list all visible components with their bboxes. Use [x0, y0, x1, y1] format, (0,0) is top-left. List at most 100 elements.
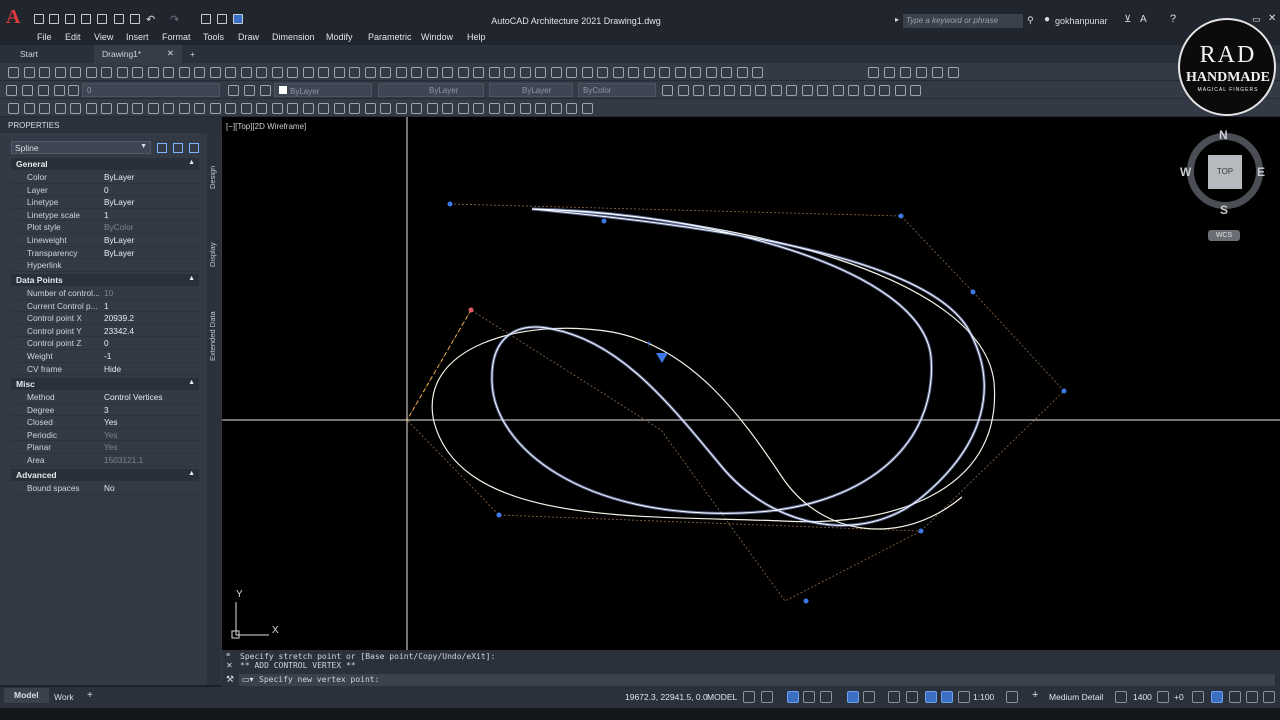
annotation-scale-value[interactable]: 1:100: [973, 692, 994, 702]
property-row[interactable]: Hyperlink: [11, 259, 199, 272]
property-row[interactable]: Linetype scale 1: [11, 209, 199, 222]
menu-format[interactable]: Format: [162, 32, 191, 42]
property-value[interactable]: Yes: [104, 417, 118, 427]
toolbar-tool-icon[interactable]: [225, 103, 236, 114]
toolbar-tool-icon[interactable]: [721, 67, 732, 78]
property-value[interactable]: ByLayer: [104, 172, 134, 182]
toolbar-tool-icon[interactable]: [365, 67, 376, 78]
menu-draw[interactable]: Draw: [238, 32, 259, 42]
property-row[interactable]: Layer 0: [11, 184, 199, 197]
toolbar-tool-icon[interactable]: [442, 103, 453, 114]
compass-west[interactable]: W: [1180, 165, 1191, 179]
toolbar-tool-icon[interactable]: [303, 67, 314, 78]
section-misc[interactable]: Misc ▲: [11, 378, 199, 390]
toolbar-tool-icon[interactable]: [709, 85, 720, 96]
toolbar-tool-icon[interactable]: [932, 67, 943, 78]
section-advanced[interactable]: Advanced ▲: [11, 469, 199, 481]
wcs-menu[interactable]: WCS: [1208, 230, 1240, 241]
collapse-icon[interactable]: ▲: [188, 159, 195, 166]
isolate-icon[interactable]: [1192, 691, 1204, 703]
toolbar-tool-icon[interactable]: [427, 67, 438, 78]
toolbar-tool-icon[interactable]: [101, 103, 112, 114]
toolbar-tool-icon[interactable]: [380, 103, 391, 114]
property-value[interactable]: 20939.2: [104, 313, 134, 323]
toolbar-tool-icon[interactable]: [210, 103, 221, 114]
cv-point[interactable]: [447, 201, 453, 207]
property-value[interactable]: -1: [104, 351, 111, 361]
layout-tab-work[interactable]: Work: [54, 692, 74, 702]
toolbar-tool-icon[interactable]: [752, 67, 763, 78]
quick-select-icon[interactable]: [189, 143, 199, 153]
menu-parametric[interactable]: Parametric: [368, 32, 412, 42]
menu-icon[interactable]: [1263, 691, 1275, 703]
layer-dropdown[interactable]: 0: [82, 83, 220, 97]
property-row[interactable]: Periodic Yes: [11, 429, 199, 442]
annotation-visibility-icon[interactable]: [925, 691, 937, 703]
menu-dimension[interactable]: Dimension: [272, 32, 315, 42]
viewcube-top-face[interactable]: TOP: [1208, 155, 1242, 189]
toolbar-tool-icon[interactable]: [318, 103, 329, 114]
cv-point[interactable]: [601, 218, 607, 224]
property-row[interactable]: Planar Yes: [11, 441, 199, 454]
toolbar-tool-icon[interactable]: [101, 67, 112, 78]
property-value[interactable]: ByLayer: [104, 248, 134, 258]
toolbar-tool-icon[interactable]: [864, 85, 875, 96]
toolbar-tool-icon[interactable]: [458, 103, 469, 114]
property-value[interactable]: 1: [104, 210, 109, 220]
toolbar-tool-icon[interactable]: [256, 103, 267, 114]
menu-insert[interactable]: Insert: [126, 32, 149, 42]
command-input[interactable]: ▭▾ Specify new vertex point:: [239, 674, 1275, 686]
toolbar-tool-icon[interactable]: [272, 67, 283, 78]
toolbar-tool-icon[interactable]: [771, 85, 782, 96]
grid-icon[interactable]: [743, 691, 755, 703]
toolbar-tool-icon[interactable]: [24, 103, 35, 114]
elevation-offset[interactable]: +0: [1174, 692, 1184, 702]
toolbar-tool-icon[interactable]: [868, 67, 879, 78]
compass-south[interactable]: S: [1220, 203, 1228, 217]
toolbar-tool-icon[interactable]: [117, 103, 128, 114]
toolbar-tool-icon[interactable]: [895, 85, 906, 96]
menu-file[interactable]: File: [37, 32, 52, 42]
toolbar-tool-icon[interactable]: [132, 103, 143, 114]
ortho-icon[interactable]: [787, 691, 799, 703]
cv-point[interactable]: [918, 528, 924, 534]
toolbar-tool-icon[interactable]: [693, 85, 704, 96]
toolbar-tool-icon[interactable]: [613, 67, 624, 78]
toolbar-tool-icon[interactable]: [740, 85, 751, 96]
menu-tools[interactable]: Tools: [203, 32, 224, 42]
new-tab-button[interactable]: +: [182, 45, 203, 63]
toolbar-tool-icon[interactable]: [22, 85, 33, 96]
toolbar-tool-icon[interactable]: [55, 103, 66, 114]
property-value[interactable]: Yes: [104, 430, 118, 440]
toolbar-tool-icon[interactable]: [802, 85, 813, 96]
property-row[interactable]: Control point Y 23342.4: [11, 325, 199, 338]
toolbar-tool-icon[interactable]: [628, 67, 639, 78]
toolbar-tool-icon[interactable]: [68, 85, 79, 96]
toolbar-tool-icon[interactable]: [848, 85, 859, 96]
dynamic-input-icon[interactable]: [803, 691, 815, 703]
toolbar-tool-icon[interactable]: [706, 67, 717, 78]
property-row[interactable]: Degree 3: [11, 404, 199, 417]
polar-tracking-icon[interactable]: [820, 691, 832, 703]
toolbar-tool-icon[interactable]: [38, 85, 49, 96]
toolbar-tool-icon[interactable]: [148, 67, 159, 78]
toolbar-tool-icon[interactable]: [179, 67, 190, 78]
search-input[interactable]: Type a keyword or phrase: [903, 14, 1023, 28]
autoscale-icon[interactable]: [941, 691, 953, 703]
toolbar-tool-icon[interactable]: [349, 67, 360, 78]
cut-plane-elevation[interactable]: 1400: [1133, 692, 1152, 702]
section-general[interactable]: General ▲: [11, 158, 199, 170]
toolbar-tool-icon[interactable]: [737, 67, 748, 78]
toolbar-tool-icon[interactable]: [755, 85, 766, 96]
property-value[interactable]: 23342.4: [104, 326, 134, 336]
toolbar-tool-icon[interactable]: [303, 103, 314, 114]
coordinates-readout[interactable]: 19672.3, 22941.5, 0.0: [625, 692, 708, 702]
toolbar-tool-icon[interactable]: [210, 67, 221, 78]
toggle-pickadd-icon[interactable]: [157, 143, 167, 153]
toolbar-tool-icon[interactable]: [24, 67, 35, 78]
toolbar-tool-icon[interactable]: [396, 103, 407, 114]
tab-drawing1[interactable]: Drawing1* ✕: [94, 45, 182, 63]
property-value[interactable]: ByLayer: [104, 235, 134, 245]
tab-display[interactable]: Display: [208, 235, 220, 275]
toolbar-tool-icon[interactable]: [70, 67, 81, 78]
